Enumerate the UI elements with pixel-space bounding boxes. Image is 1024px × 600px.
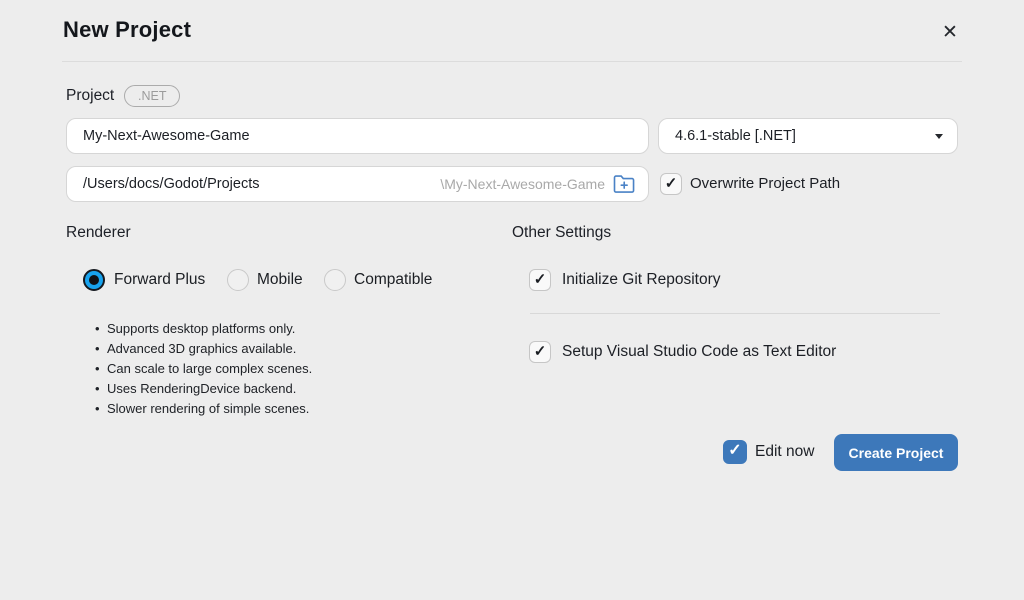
renderer-note: Supports desktop platforms only. xyxy=(95,318,425,338)
init-git-label: Initialize Git Repository xyxy=(562,271,721,289)
radio-mobile-label: Mobile xyxy=(257,271,303,289)
radio-compatible[interactable] xyxy=(324,269,346,291)
renderer-note: Slower rendering of simple scenes. xyxy=(95,398,425,418)
settings-separator xyxy=(530,313,940,314)
chevron-down-icon xyxy=(935,134,943,139)
create-folder-icon[interactable] xyxy=(613,174,636,194)
new-project-dialog: New Project ✕ Project .NET My-Next-Aweso… xyxy=(0,0,1024,600)
version-dropdown[interactable]: 4.6.1-stable [.NET] xyxy=(658,118,958,154)
dotnet-badge: .NET xyxy=(124,85,180,107)
create-project-button[interactable]: Create Project xyxy=(834,434,958,471)
radio-dot xyxy=(89,275,99,285)
dialog-title: New Project xyxy=(63,17,191,43)
init-git-checkbox[interactable]: ✓ xyxy=(529,269,551,291)
edit-now-label: Edit now xyxy=(755,443,814,461)
project-name-value: My-Next-Awesome-Game xyxy=(83,128,250,144)
check-icon: ✓ xyxy=(534,344,547,359)
project-name-input[interactable]: My-Next-Awesome-Game xyxy=(66,118,649,154)
vscode-editor-label: Setup Visual Studio Code as Text Editor xyxy=(562,343,836,361)
radio-forward-plus[interactable] xyxy=(83,269,105,291)
check-icon: ✓ xyxy=(534,272,547,287)
project-section-label: Project xyxy=(66,87,114,105)
radio-mobile[interactable] xyxy=(227,269,249,291)
other-settings-heading: Other Settings xyxy=(512,224,611,242)
check-icon: ✓ xyxy=(665,176,678,191)
project-path-suffix: \My-Next-Awesome-Game xyxy=(440,176,605,192)
overwrite-path-label: Overwrite Project Path xyxy=(690,175,840,192)
renderer-note: Advanced 3D graphics available. xyxy=(95,338,425,358)
renderer-note: Can scale to large complex scenes. xyxy=(95,358,425,378)
vscode-editor-checkbox[interactable]: ✓ xyxy=(529,341,551,363)
check-icon: ✓ xyxy=(728,443,741,459)
renderer-notes-list: Supports desktop platforms only. Advance… xyxy=(95,318,425,418)
project-path-value: /Users/docs/Godot/Projects xyxy=(83,176,260,192)
renderer-heading: Renderer xyxy=(66,224,131,242)
close-icon[interactable]: ✕ xyxy=(936,18,964,46)
project-path-input[interactable]: /Users/docs/Godot/Projects \My-Next-Awes… xyxy=(66,166,649,202)
radio-forward-plus-label: Forward Plus xyxy=(114,271,205,289)
version-value: 4.6.1-stable [.NET] xyxy=(675,128,796,144)
renderer-note: Uses RenderingDevice backend. xyxy=(95,378,425,398)
overwrite-path-checkbox[interactable]: ✓ xyxy=(660,173,682,195)
radio-compatible-label: Compatible xyxy=(354,271,432,289)
title-separator xyxy=(62,61,962,62)
edit-now-checkbox[interactable]: ✓ xyxy=(723,440,747,464)
